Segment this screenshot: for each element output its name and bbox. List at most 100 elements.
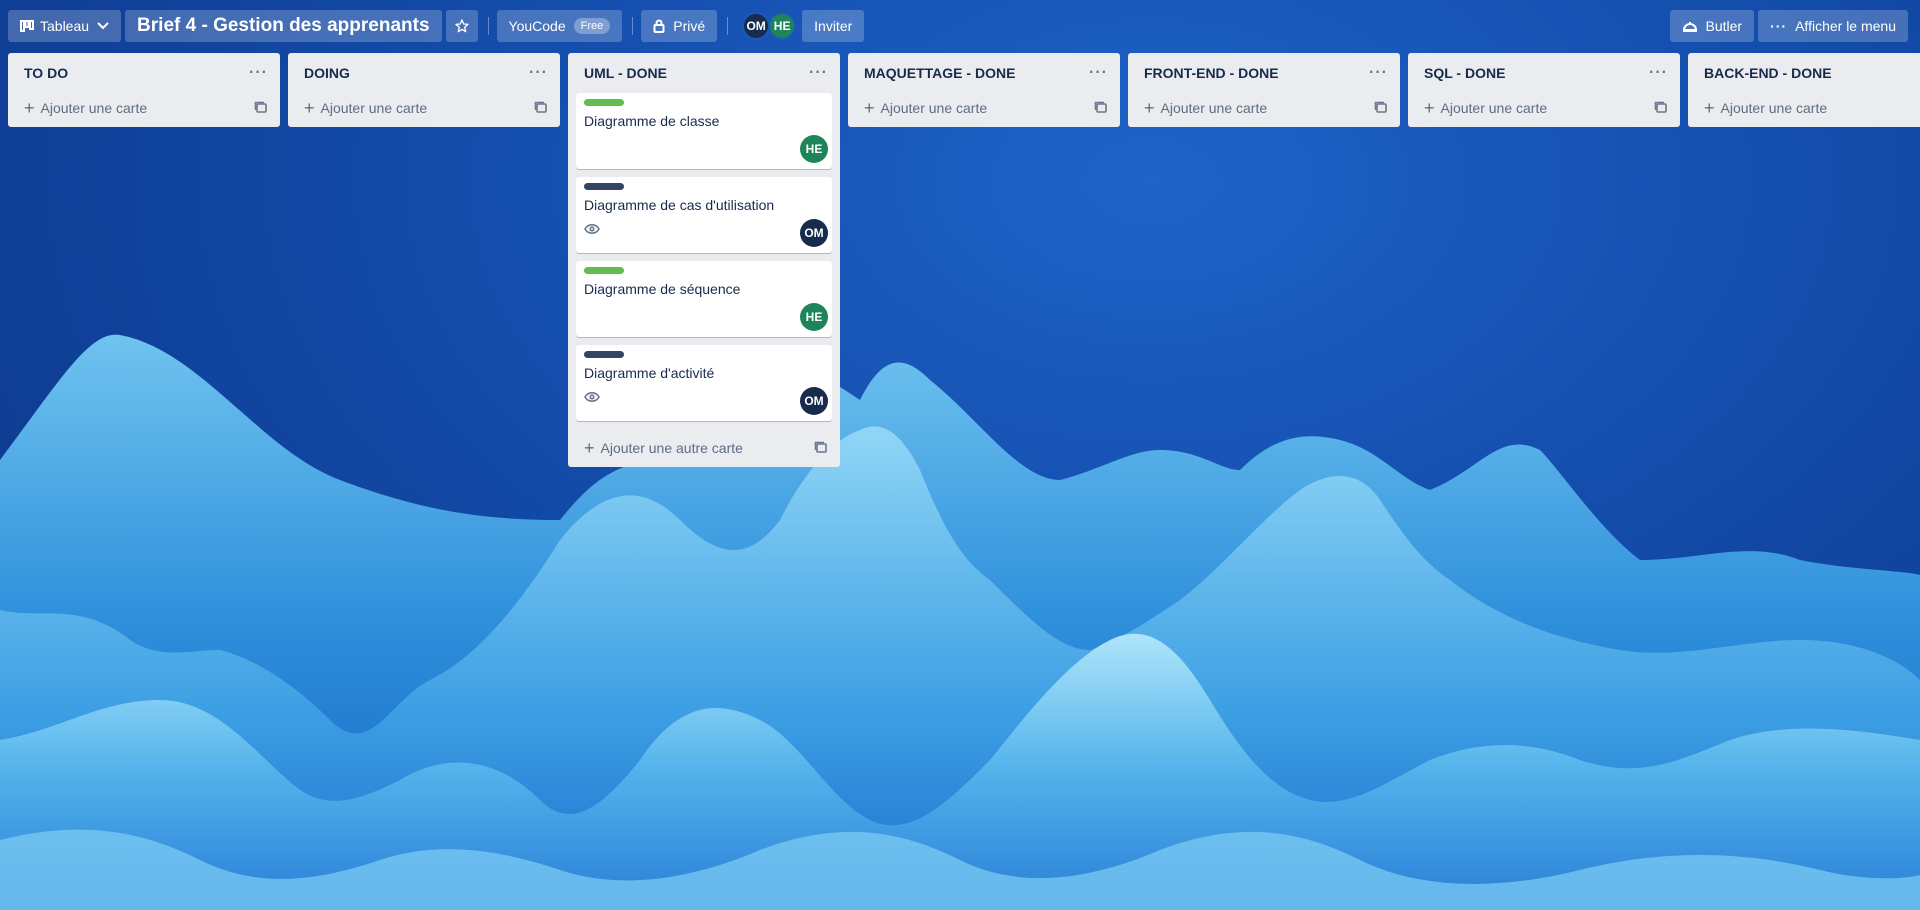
list-menu-icon[interactable]: ··· [1369, 64, 1388, 82]
workspace-name: YouCode [508, 18, 566, 34]
add-card-button[interactable]: + Ajouter une carte [1144, 99, 1267, 117]
list-header: DOING ··· [288, 53, 560, 93]
list-maquettage-done: MAQUETTAGE - DONE ··· + Ajouter une cart… [848, 53, 1120, 127]
board-header: Tableau Brief 4 - Gestion des apprenants… [0, 0, 1920, 52]
list-header: TO DO ··· [8, 53, 280, 93]
visibility-button[interactable]: Privé [641, 10, 718, 42]
list-header: SQL - DONE ··· [1408, 53, 1680, 93]
add-card-label: Ajouter une carte [40, 100, 148, 116]
card-title: Diagramme d'activité [584, 365, 715, 381]
add-card-row: + Ajouter une carte [848, 93, 1120, 123]
plus-icon: + [1704, 98, 1715, 118]
add-card-button[interactable]: + Ajouter une carte [1424, 99, 1547, 117]
header-divider [487, 17, 489, 35]
card-template-icon[interactable] [1374, 100, 1388, 117]
card-template-icon[interactable] [814, 440, 828, 457]
card-title: Diagramme de séquence [584, 281, 741, 297]
list-title[interactable]: DOING [304, 65, 350, 81]
add-card-label: Ajouter une carte [320, 100, 428, 116]
header-divider [632, 17, 634, 35]
card-member-avatar[interactable]: OM [800, 387, 828, 415]
add-card-button[interactable]: + Ajouter une carte [864, 99, 987, 117]
board-background [0, 334, 1920, 910]
list-title[interactable]: TO DO [24, 65, 68, 81]
add-card-label: Ajouter une carte [1160, 100, 1268, 116]
list-front-end-done: FRONT-END - DONE ··· + Ajouter une carte [1128, 53, 1400, 127]
board-members: OM HE [742, 12, 797, 40]
lock-icon [653, 19, 665, 33]
invite-button[interactable]: Inviter [802, 10, 865, 42]
list-doing: DOING ··· + Ajouter une carte [288, 53, 560, 127]
card-label[interactable] [584, 267, 624, 274]
avatar[interactable]: HE [768, 12, 797, 40]
card-label[interactable] [584, 183, 624, 190]
workspace-plan-badge: Free [573, 18, 611, 34]
list-header: FRONT-END - DONE ··· [1128, 53, 1400, 93]
card[interactable]: Diagramme de classe HE [576, 93, 832, 169]
card-template-icon[interactable] [254, 100, 268, 117]
avatar[interactable]: OM [742, 12, 771, 40]
list-menu-icon[interactable]: ··· [1089, 64, 1108, 82]
add-card-row: + Ajouter une carte [1128, 93, 1400, 123]
plus-icon: + [1144, 98, 1155, 118]
list-menu-icon[interactable]: ··· [529, 64, 548, 82]
list-menu-icon[interactable]: ··· [809, 64, 828, 82]
more-icon: ··· [1770, 18, 1788, 34]
card[interactable]: Diagramme de séquence HE [576, 261, 832, 337]
view-switcher-label: Tableau [40, 18, 90, 34]
list-title[interactable]: MAQUETTAGE - DONE [864, 65, 1015, 81]
add-card-row: + Ajouter une carte [1408, 93, 1680, 123]
add-card-row: + Ajouter une autre carte [568, 429, 840, 467]
workspace-button[interactable]: YouCode Free [496, 10, 623, 42]
board-title[interactable]: Brief 4 - Gestion des apprenants [125, 10, 442, 42]
view-switcher-button[interactable]: Tableau [8, 10, 122, 42]
add-card-label: Ajouter une autre carte [600, 440, 743, 456]
card[interactable]: Diagramme d'activité OM [576, 345, 832, 421]
list-menu-icon[interactable]: ··· [249, 64, 268, 82]
add-card-label: Ajouter une carte [1440, 100, 1548, 116]
star-button[interactable] [445, 10, 478, 42]
card-title: Diagramme de classe [584, 113, 720, 129]
add-card-button[interactable]: + Ajouter une autre carte [584, 439, 743, 457]
card-label[interactable] [584, 99, 624, 106]
list-title[interactable]: UML - DONE [584, 65, 667, 81]
card-title: Diagramme de cas d'utilisation [584, 197, 775, 213]
show-menu-button[interactable]: ··· Afficher le menu [1758, 10, 1908, 42]
add-card-button[interactable]: + Ajouter une carte [1704, 99, 1827, 117]
header-divider [727, 17, 729, 35]
card-template-icon[interactable] [534, 100, 548, 117]
list-menu-icon[interactable]: ··· [1649, 64, 1668, 82]
add-card-row: + Ajouter une carte [8, 93, 280, 123]
list-title[interactable]: SQL - DONE [1424, 65, 1505, 81]
chevron-down-icon [97, 22, 109, 30]
card-member-avatar[interactable]: HE [800, 135, 828, 163]
list-todo: TO DO ··· + Ajouter une carte [8, 53, 280, 127]
card-member-avatar[interactable]: OM [800, 219, 828, 247]
add-card-label: Ajouter une carte [880, 100, 988, 116]
card-template-icon[interactable] [1094, 100, 1108, 117]
butler-icon [1682, 20, 1698, 32]
card-member-avatar[interactable]: HE [800, 303, 828, 331]
list-title[interactable]: BACK-END - DONE [1704, 65, 1832, 81]
butler-label: Butler [1705, 18, 1743, 34]
list-sql-done: SQL - DONE ··· + Ajouter une carte [1408, 53, 1680, 127]
card[interactable]: Diagramme de cas d'utilisation OM [576, 177, 832, 253]
add-card-label: Ajouter une carte [1720, 100, 1828, 116]
watch-icon [584, 389, 600, 407]
header-right: Butler ··· Afficher le menu [1669, 10, 1912, 42]
list-header: UML - DONE ··· [568, 53, 840, 93]
card-label[interactable] [584, 351, 624, 358]
card-template-icon[interactable] [1654, 100, 1668, 117]
board-view-icon [20, 20, 34, 32]
add-card-button[interactable]: + Ajouter une carte [304, 99, 427, 117]
list-header: MAQUETTAGE - DONE ··· [848, 53, 1120, 93]
butler-button[interactable]: Butler [1669, 10, 1755, 42]
plus-icon: + [864, 98, 875, 118]
visibility-label: Privé [673, 18, 706, 34]
list-back-end-done: BACK-END - DONE + Ajouter une carte [1688, 53, 1920, 127]
plus-icon: + [304, 98, 315, 118]
add-card-button[interactable]: + Ajouter une carte [24, 99, 147, 117]
list-title[interactable]: FRONT-END - DONE [1144, 65, 1279, 81]
star-icon [454, 18, 470, 34]
show-menu-label: Afficher le menu [1795, 18, 1896, 34]
